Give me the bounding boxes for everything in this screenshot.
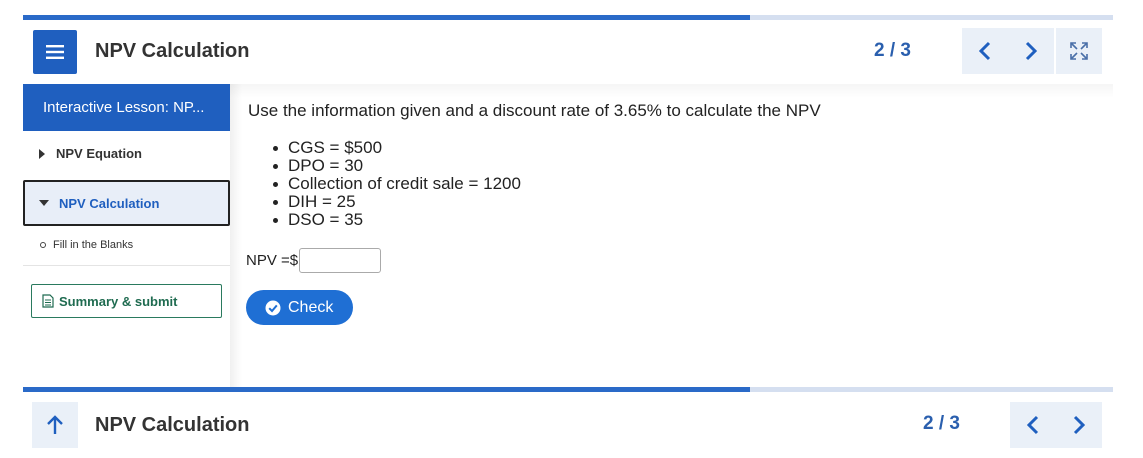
footer-bar: NPV Calculation 2 / 3 — [23, 392, 1113, 458]
footer-previous-page-button[interactable] — [1010, 402, 1056, 448]
next-page-button[interactable] — [1008, 28, 1054, 74]
footer-page-counter: 2 / 3 — [923, 413, 960, 434]
document-icon — [42, 294, 54, 308]
chevron-left-icon — [979, 41, 991, 61]
page-title: NPV Calculation — [95, 40, 250, 62]
chevron-left-icon — [1027, 415, 1039, 435]
chevron-right-icon — [1025, 41, 1037, 61]
previous-page-button[interactable] — [962, 28, 1008, 74]
sidebar-shadow — [230, 84, 242, 387]
sidebar-subitem-fill-in-the-blanks[interactable]: Fill in the Blanks — [23, 239, 230, 266]
check-circle-icon — [265, 300, 281, 315]
circle-bullet-icon — [40, 242, 46, 248]
footer-next-page-button[interactable] — [1056, 402, 1102, 448]
list-item: Collection of credit sale = 1200 — [273, 174, 521, 193]
caret-down-icon — [39, 200, 49, 206]
list-item: CGS = $500 — [273, 139, 521, 157]
list-item: DSO = 35 — [273, 211, 521, 229]
sidebar-heading[interactable]: Interactive Lesson: NP... — [23, 84, 230, 131]
npv-label: NPV =$ — [246, 252, 299, 269]
check-button[interactable]: Check — [246, 290, 353, 325]
npv-answer-row: NPV =$ — [246, 248, 382, 273]
chevron-right-icon — [1073, 415, 1085, 435]
summary-submit-label: Summary & submit — [59, 293, 178, 309]
lesson-sidebar: Interactive Lesson: NP... NPV Equation N… — [23, 84, 230, 387]
page-counter: 2 / 3 — [874, 40, 911, 61]
sidebar-item-npv-equation[interactable]: NPV Equation — [23, 146, 230, 161]
fullscreen-icon — [1070, 42, 1088, 60]
menu-button[interactable] — [33, 30, 77, 74]
given-facts-list: CGS = $500 DPO = 30 Collection of credit… — [273, 139, 521, 229]
sidebar-subitem-label: Fill in the Blanks — [53, 239, 134, 251]
footer-title: NPV Calculation — [95, 414, 250, 436]
list-item: DPO = 30 — [273, 157, 521, 175]
list-item: DIH = 25 — [273, 193, 521, 211]
fullscreen-button[interactable] — [1056, 28, 1102, 74]
arrow-up-icon — [47, 415, 63, 434]
content-top-shade — [230, 84, 1113, 98]
sidebar-item-label: NPV Calculation — [59, 195, 160, 211]
sidebar-item-label: NPV Equation — [56, 146, 142, 161]
summary-submit-button[interactable]: Summary & submit — [31, 284, 222, 318]
npv-input[interactable] — [299, 248, 382, 273]
caret-right-icon — [39, 148, 45, 159]
sidebar-item-npv-calculation[interactable]: NPV Calculation — [23, 180, 230, 226]
header-bar: NPV Calculation 2 / 3 — [23, 20, 1113, 84]
question-text: Use the information given and a discount… — [248, 101, 821, 120]
check-button-label: Check — [288, 298, 334, 316]
scroll-to-top-button[interactable] — [32, 402, 78, 448]
menu-icon — [46, 45, 64, 59]
